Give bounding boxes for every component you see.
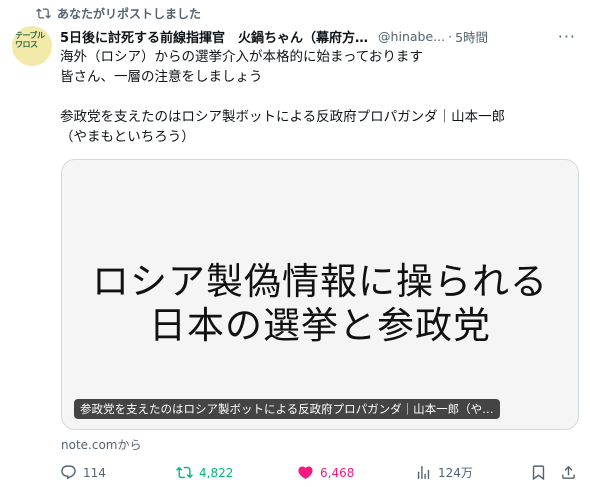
card-source[interactable]: note.comから [61,436,141,453]
link-card[interactable]: ロシア製偽情報に操られる 日本の選挙と参政党 参政党を支えたのはロシア製ボットに… [61,159,579,430]
reply-button[interactable]: 114 [60,464,106,481]
reply-count: 114 [83,465,106,480]
repost-button[interactable]: 4,822 [176,464,233,481]
share-button[interactable] [560,464,577,481]
user-handle[interactable]: @hinabe... [378,29,445,44]
views-button[interactable]: 124万 [415,464,473,481]
heart-icon [298,466,313,479]
card-caption: 参政党を支えたのはロシア製ボットによる反政府プロパガンダ｜山本一郎（や… [74,399,500,419]
separator-dot: · [448,28,453,44]
like-button[interactable]: 6,468 [297,464,354,481]
views-chart-icon [417,466,430,479]
card-image-headline: ロシア製偽情報に操られる 日本の選挙と参政党 [62,260,578,348]
repost-indicator: あなたがリポストしました [36,4,201,22]
timestamp[interactable]: 5時間 [455,27,488,46]
action-bar: 114 4,822 6,468 124万 [60,464,580,486]
tweet-text: 海外（ロシア）からの選挙介入が本格的に始まっております 皆さん、一層の注意をしま… [60,47,580,147]
reply-icon [61,465,76,480]
repost-icon [36,7,51,19]
avatar-label: テーブルワロス [15,31,45,49]
repost-label: あなたがリポストしました [57,6,202,21]
bookmark-icon [532,465,545,481]
like-count: 6,468 [320,465,355,480]
display-name[interactable]: 5日後に討死する前線指揮官 火鍋ちゃん（幕府方… [60,27,368,46]
tweet-line: 皆さん、一層の注意をしましょう [60,69,263,85]
share-icon [562,465,575,479]
repost-count: 4,822 [199,465,234,480]
repost-icon [176,466,193,479]
avatar[interactable]: テーブルワロス [12,26,52,66]
views-count: 124万 [438,466,473,480]
tweet-line: （やまもといちろう） [60,129,195,145]
tweet-line: 海外（ロシア）からの選挙介入が本格的に始まっております [60,49,423,65]
tweet-line: 参政党を支えたのはロシア製ボットによる反政府プロパガンダ｜山本一郎 [60,109,506,125]
card-headline-line: 日本の選挙と参政党 [149,304,491,347]
card-headline-line: ロシア製偽情報に操られる [92,260,548,303]
tweet-header: 5日後に討死する前線指揮官 火鍋ちゃん（幕府方… @hinabe... · 5時… [60,26,580,46]
bookmark-button[interactable] [530,464,547,481]
more-options-icon[interactable]: ··· [558,27,580,46]
